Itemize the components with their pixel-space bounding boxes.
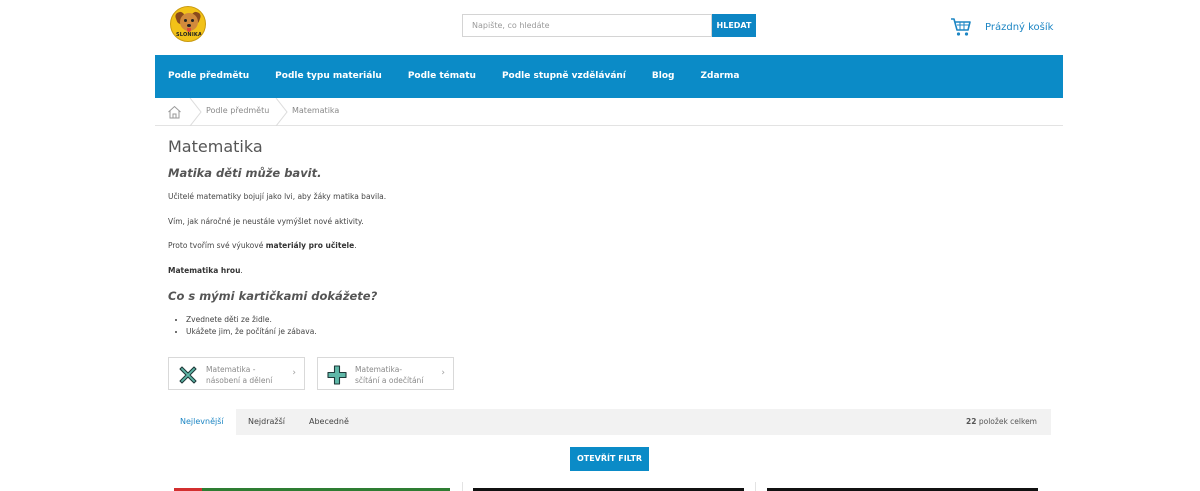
category-label-line: násobení a dělení: [206, 376, 273, 385]
section-heading: Co s mými kartičkami dokážete?: [168, 289, 378, 303]
category-label: Matematika - násobení a dělení: [206, 364, 286, 386]
cart-link[interactable]: Prázdný košík: [950, 16, 1053, 38]
nav-item-podle-tematu[interactable]: Podle tématu: [395, 55, 489, 98]
open-filter-button[interactable]: OTEVŘÍT FILTR: [570, 447, 649, 471]
grid-divider: [755, 482, 756, 491]
logo-text: SLONIKA: [175, 32, 203, 38]
category-card-nasobeni-a-deleni[interactable]: Matematika - násobení a dělení ›: [168, 357, 305, 390]
logo-nose: [187, 24, 191, 27]
nav-item-podle-typu-materialu[interactable]: Podle typu materiálu: [262, 55, 395, 98]
paragraph: Matematika hrou.: [168, 266, 243, 275]
logo-eye: [191, 19, 194, 22]
search-input[interactable]: [462, 14, 712, 37]
item-count-suffix: položek celkem: [976, 417, 1037, 426]
paragraph-bold-text: Matematika hrou: [168, 266, 241, 275]
cart-label: Prázdný košík: [985, 21, 1054, 33]
paragraph-text: .: [240, 266, 243, 275]
nav-item-podle-predmetu[interactable]: Podle předmětu: [155, 55, 262, 98]
sort-tab-nejlevnejsi[interactable]: Nejlevnější: [168, 409, 236, 435]
category-label: Matematika- sčítání a odečítání: [355, 364, 435, 386]
chevron-right-icon: ›: [292, 368, 296, 378]
grid-divider: [462, 482, 463, 491]
paragraph-text: Proto tvořím své výukové: [168, 241, 266, 250]
sort-tab-abecedne[interactable]: Abecedně: [297, 409, 361, 435]
paragraph-text: .: [354, 241, 357, 250]
nav-item-zdarma[interactable]: Zdarma: [687, 55, 752, 98]
paragraph: Vím, jak náročné je neustále vymýšlet no…: [168, 217, 364, 226]
paragraph: Učitelé matematiky bojují jako lvi, aby …: [168, 192, 387, 201]
category-label-line: Matematika-: [355, 365, 403, 374]
breadcrumb-item-podle-predmetu[interactable]: Podle předmětu: [206, 106, 269, 115]
page-title: Matematika: [168, 137, 263, 156]
item-count: 22 položek celkem: [966, 409, 1037, 435]
category-card-scitani-a-odecitani[interactable]: Matematika- sčítání a odečítání ›: [317, 357, 454, 390]
search-button[interactable]: HLEDAT: [712, 14, 756, 37]
logo-eye: [184, 19, 187, 22]
nav-item-podle-stupne-vzdelavani[interactable]: Podle stupně vzdělávání: [489, 55, 639, 98]
bullet-list: Zvednete děti ze židle. Ukážete jim, že …: [186, 314, 317, 338]
breadcrumb: Podle předmětu Matematika: [155, 98, 1063, 126]
list-item: Ukážete jim, že počítání je zábava.: [186, 326, 317, 338]
category-label-line: sčítání a odečítání: [355, 376, 424, 385]
home-icon[interactable]: [167, 105, 182, 119]
list-item: Zvednete děti ze židle.: [186, 314, 317, 326]
item-count-number: 22: [966, 417, 977, 426]
site-logo[interactable]: SLONIKA: [170, 6, 206, 42]
paragraph-bold-text: materiály pro učitele: [265, 241, 355, 250]
page-subtitle: Matika děti může bavit.: [168, 166, 322, 180]
cart-icon: [951, 18, 971, 36]
plus-icon: [327, 365, 347, 385]
multiply-icon: [179, 366, 197, 384]
breadcrumb-separator: [189, 98, 202, 126]
sort-bar: Nejlevnější Nejdražší Abecedně 22 polože…: [168, 409, 1051, 435]
paragraph: Proto tvořím své výukové materiály pro u…: [168, 241, 357, 250]
breadcrumb-separator: [275, 98, 288, 126]
category-label-line: Matematika -: [206, 365, 256, 374]
sort-tab-nejdrazsi[interactable]: Nejdražší: [236, 409, 297, 435]
breadcrumb-item-matematika: Matematika: [292, 106, 340, 115]
chevron-right-icon: ›: [441, 368, 445, 378]
main-nav: Podle předmětu Podle typu materiálu Podl…: [155, 55, 1063, 98]
nav-item-blog[interactable]: Blog: [639, 55, 688, 98]
